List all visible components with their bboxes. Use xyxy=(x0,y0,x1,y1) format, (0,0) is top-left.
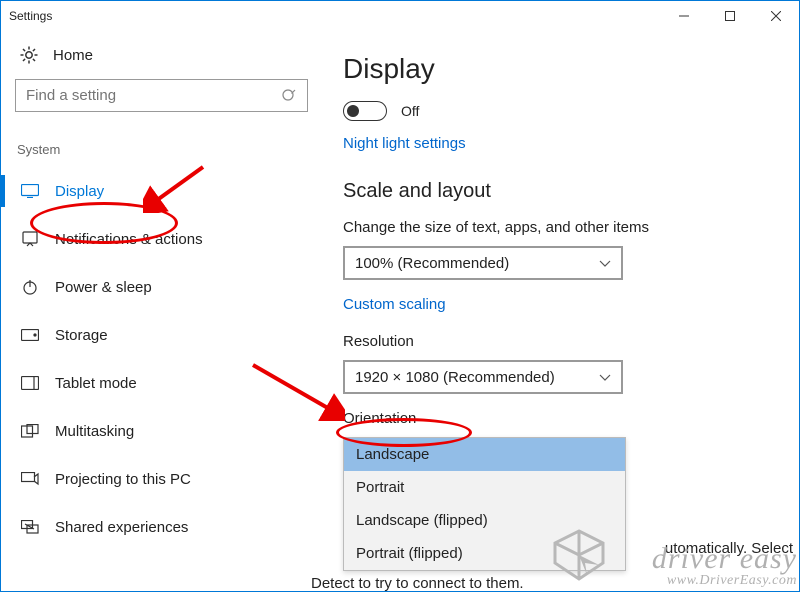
display-icon xyxy=(21,182,39,200)
page-title: Display xyxy=(343,53,799,85)
main-content: Display Off Night light settings Scale a… xyxy=(311,35,799,591)
sidebar-item-label: Shared experiences xyxy=(55,519,188,536)
search-box[interactable] xyxy=(15,79,308,112)
gear-icon xyxy=(19,45,39,65)
titlebar: Settings xyxy=(1,1,799,31)
window-title: Settings xyxy=(9,9,52,23)
sidebar-item-label: Projecting to this PC xyxy=(55,471,191,488)
sidebar: Home System Display Notifications & acti… xyxy=(1,35,311,591)
annotation-arrow-1 xyxy=(143,161,213,213)
custom-scaling-link[interactable]: Custom scaling xyxy=(343,296,446,313)
resolution-label: Resolution xyxy=(343,333,799,350)
window-controls xyxy=(661,1,799,31)
sidebar-item-storage[interactable]: Storage xyxy=(15,311,311,359)
sidebar-item-label: Tablet mode xyxy=(55,375,137,392)
shared-icon xyxy=(21,518,39,536)
watermark-logo-icon xyxy=(549,525,609,585)
tablet-icon xyxy=(21,374,39,392)
orientation-option-portrait[interactable]: Portrait xyxy=(344,471,625,504)
home-link[interactable]: Home xyxy=(15,35,311,79)
section-label: System xyxy=(17,142,311,157)
search-icon xyxy=(281,88,297,104)
home-label: Home xyxy=(53,47,93,64)
scale-heading: Scale and layout xyxy=(343,180,799,203)
toggle-label: Off xyxy=(401,103,419,119)
night-light-toggle[interactable] xyxy=(343,101,387,121)
scale-size-label: Change the size of text, apps, and other… xyxy=(343,219,799,236)
toggle-row: Off xyxy=(343,101,799,121)
notifications-icon xyxy=(21,230,39,248)
minimize-button[interactable] xyxy=(661,1,707,31)
truncated-text-right: utomatically. Select xyxy=(665,540,793,557)
sidebar-item-label: Power & sleep xyxy=(55,279,152,296)
resolution-select[interactable]: 1920 × 1080 (Recommended) xyxy=(343,360,623,394)
multitasking-icon xyxy=(21,422,39,440)
sidebar-item-power[interactable]: Power & sleep xyxy=(15,263,311,311)
settings-window: Settings Home xyxy=(0,0,800,592)
resolution-value: 1920 × 1080 (Recommended) xyxy=(355,369,555,386)
sidebar-item-label: Multitasking xyxy=(55,423,134,440)
search-input[interactable] xyxy=(26,87,256,104)
chevron-down-icon xyxy=(599,371,611,383)
maximize-button[interactable] xyxy=(707,1,753,31)
close-icon xyxy=(771,11,781,21)
sidebar-item-label: Display xyxy=(55,183,104,200)
projecting-icon xyxy=(21,470,39,488)
scale-select[interactable]: 100% (Recommended) xyxy=(343,246,623,280)
chevron-down-icon xyxy=(599,257,611,269)
maximize-icon xyxy=(725,11,735,21)
storage-icon xyxy=(21,326,39,344)
sidebar-item-label: Storage xyxy=(55,327,108,344)
sidebar-item-projecting[interactable]: Projecting to this PC xyxy=(15,455,311,503)
power-icon xyxy=(21,278,39,296)
scale-value: 100% (Recommended) xyxy=(355,255,509,272)
night-light-link[interactable]: Night light settings xyxy=(343,135,466,152)
truncated-text-bottom: Detect to try to connect to them. xyxy=(311,575,524,592)
annotation-circle-orientation xyxy=(336,418,472,447)
close-button[interactable] xyxy=(753,1,799,31)
minimize-icon xyxy=(679,11,689,21)
sidebar-item-shared[interactable]: Shared experiences xyxy=(15,503,311,551)
annotation-arrow-2 xyxy=(245,359,345,421)
